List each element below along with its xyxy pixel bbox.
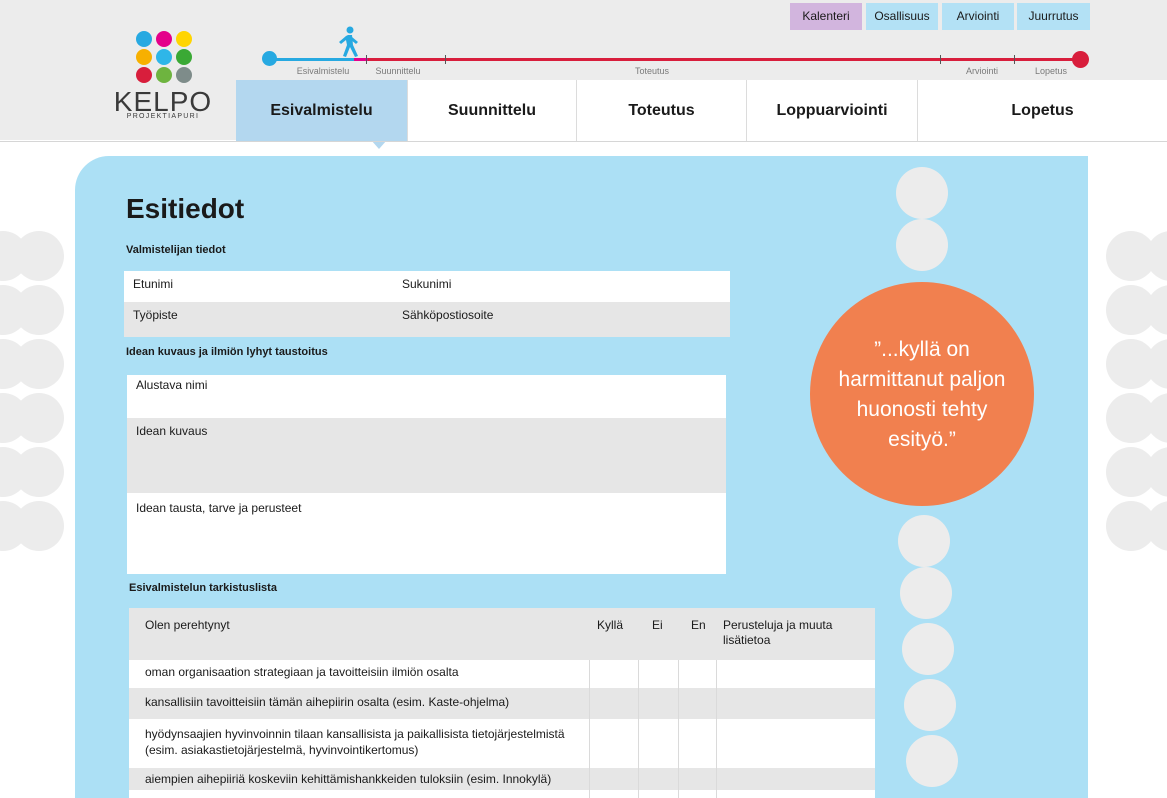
column-divider	[638, 660, 639, 798]
checklist-header-notes: Perusteluja ja muuta lisätietoa	[723, 618, 833, 647]
last-name-field[interactable]: Sukunimi	[402, 277, 652, 291]
tab-label: Loppuarviointi	[776, 102, 888, 119]
timeline-label-implementation: Toteutus	[634, 66, 670, 76]
tab-closing[interactable]: Lopetus	[918, 80, 1167, 142]
timeline-tick	[366, 55, 367, 64]
checklist-header-topic: Olen perehtynyt	[145, 618, 230, 632]
logo-subtitle: PROJEKTIAPURI	[126, 113, 200, 120]
participation-button[interactable]: Osallisuus	[866, 3, 938, 30]
checklist-header-dont: En	[691, 618, 706, 632]
checklist-item: aiempien aihepiiriä koskeviin kehittämis…	[145, 772, 552, 786]
tab-preparation[interactable]: Esivalmistelu	[236, 80, 408, 142]
idea-description-label: Idean kuvaus	[136, 424, 208, 438]
timeline-label-evaluation: Arviointi	[965, 66, 998, 76]
checklist-item: kansallisiin tavoitteisiin tämän aihepii…	[145, 695, 510, 709]
idea-name-label: Alustava nimi	[136, 378, 208, 392]
timeline-remaining	[368, 58, 1080, 61]
logo-dots[interactable]	[136, 31, 192, 87]
calendar-button[interactable]: Kalenteri	[790, 3, 862, 30]
checklist-item: hyödynsaajien hyvinvoinnin tilaan kansal…	[145, 727, 565, 757]
tab-planning[interactable]: Suunnittelu	[408, 80, 577, 142]
tab-label: Suunnittelu	[448, 102, 536, 119]
table-row	[129, 790, 875, 798]
tab-final-evaluation[interactable]: Loppuarviointi	[747, 80, 918, 142]
timeline-label-planning: Suunnittelu	[375, 66, 421, 76]
timeline-start-dot	[262, 51, 277, 66]
checklist-header-no: Ei	[652, 618, 663, 632]
timeline-label-closing: Lopetus	[1034, 66, 1068, 76]
timeline-tick	[445, 55, 446, 64]
idea-section-heading: Idean kuvaus ja ilmiön lyhyt taustoitus	[126, 346, 328, 358]
column-divider	[678, 660, 679, 798]
tab-implementation[interactable]: Toteutus	[577, 80, 747, 142]
workplace-field[interactable]: Työpiste	[133, 308, 383, 322]
checklist-header-yes: Kyllä	[597, 618, 624, 632]
page-title: Esitiedot	[126, 193, 245, 224]
checklist-item: oman organisaation strategiaan ja tavoit…	[145, 665, 459, 679]
tab-label: Lopetus	[1011, 102, 1074, 119]
header-divider	[0, 141, 1167, 142]
column-divider	[589, 660, 590, 798]
tab-label: Toteutus	[628, 102, 695, 119]
timeline-tick	[1014, 55, 1015, 64]
first-name-field[interactable]: Etunimi	[133, 277, 383, 291]
checklist-heading: Esivalmistelun tarkistuslista	[129, 582, 277, 594]
evaluation-button[interactable]: Arviointi	[942, 3, 1014, 30]
timeline-label-preparation: Esivalmistelu	[296, 66, 350, 76]
quote-text: ”...kyllä on harmittanut paljon huonosti…	[838, 338, 1006, 451]
timeline-tick	[940, 55, 941, 64]
walker-icon	[339, 26, 358, 57]
rooting-button[interactable]: Juurrutus	[1017, 3, 1090, 30]
column-divider	[716, 660, 717, 798]
preparer-section-heading: Valmistelijan tiedot	[126, 244, 226, 256]
email-field[interactable]: Sähköpostiosoite	[402, 308, 652, 322]
idea-background-label: Idean tausta, tarve ja perusteet	[136, 501, 302, 515]
tab-label: Esivalmistelu	[270, 102, 373, 119]
